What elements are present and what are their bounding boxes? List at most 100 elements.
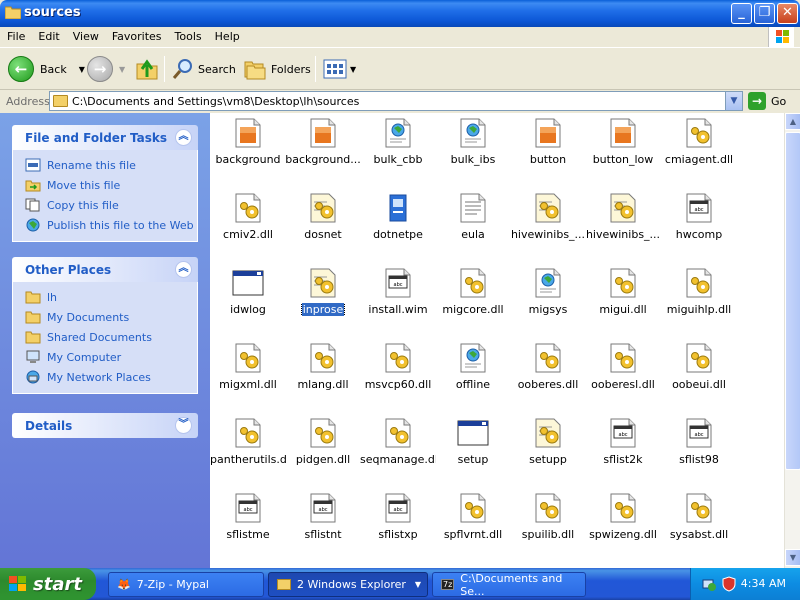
scroll-up-button[interactable]: ▲ — [785, 113, 800, 130]
file-item[interactable]: miguihlp.dll — [661, 263, 737, 335]
folders-button[interactable]: Folders — [243, 55, 311, 83]
other-places-panel: Other Places ︽ lh My Documents Shared Docu… — [12, 257, 198, 394]
place-item-0[interactable]: lh — [25, 287, 197, 307]
system-file-icon: abc — [232, 492, 264, 524]
expand-chevron-icon[interactable]: ︾ — [175, 417, 192, 434]
file-item[interactable]: bulk_ibs — [435, 113, 511, 185]
collapse-chevron-icon[interactable]: ︽ — [175, 261, 192, 278]
search-button[interactable]: Search — [171, 55, 236, 83]
file-name: sflist98 — [679, 453, 719, 466]
system-file-icon: abc — [683, 192, 715, 224]
scroll-down-button[interactable]: ▼ — [785, 549, 800, 566]
place-item-2[interactable]: Shared Documents — [25, 327, 197, 347]
file-item[interactable]: pidgen.dll — [285, 413, 361, 485]
file-item[interactable]: eula — [435, 188, 511, 260]
folder-icon — [53, 95, 68, 107]
file-item[interactable]: button_low — [585, 113, 661, 185]
file-name: hwcomp — [675, 228, 723, 241]
file-item[interactable]: bulk_cbb — [360, 113, 436, 185]
file-item[interactable]: mlang.dll — [285, 338, 361, 410]
other-places-header[interactable]: Other Places ︽ — [12, 257, 198, 282]
views-button[interactable]: ▼ — [323, 55, 356, 83]
forward-dropdown-icon[interactable]: ▼ — [119, 65, 125, 74]
task-item-1[interactable]: Move this file — [25, 175, 197, 195]
file-name: dosnet — [304, 228, 342, 241]
file-item[interactable]: ooberes.dll — [510, 338, 586, 410]
file-item[interactable]: dosnet — [285, 188, 361, 260]
file-item[interactable]: abc sflist2k — [585, 413, 661, 485]
file-item[interactable]: cmiv2.dll — [210, 188, 286, 260]
go-button[interactable]: → Go — [748, 92, 786, 110]
file-item[interactable]: seqmanage.dll — [360, 413, 436, 485]
file-item[interactable]: dotnetpe — [360, 188, 436, 260]
file-item[interactable]: abc install.wim — [360, 263, 436, 335]
file-item[interactable]: migxml.dll — [210, 338, 286, 410]
back-button[interactable]: ← Back ▼ — [8, 55, 85, 83]
file-item[interactable]: hivewinibs_... — [585, 188, 661, 260]
file-item[interactable]: button — [510, 113, 586, 185]
file-name: hivewinibs_... — [585, 228, 661, 241]
taskbar-button-mypal[interactable]: 🦊 7-Zip - Mypal — [108, 572, 264, 597]
file-item[interactable]: oobeui.dll — [661, 338, 737, 410]
file-item[interactable]: setup — [435, 413, 511, 485]
address-input[interactable]: C:\Documents and Settings\vm8\Desktop\lh… — [49, 91, 743, 111]
close-button[interactable]: ✕ — [777, 3, 798, 24]
dll-file-icon — [457, 492, 489, 524]
menu-view[interactable]: View — [66, 27, 105, 43]
place-item-4[interactable]: My Network Places — [25, 367, 197, 387]
details-header[interactable]: Details ︾ — [12, 413, 198, 438]
menu-tools[interactable]: Tools — [168, 27, 208, 43]
file-item[interactable]: hivewinibs_... — [510, 188, 586, 260]
network-tray-icon[interactable] — [701, 576, 717, 592]
forward-button[interactable]: → ▼ — [87, 55, 125, 83]
file-item[interactable]: idwlog — [210, 263, 286, 335]
back-dropdown-icon[interactable]: ▼ — [79, 65, 85, 74]
start-button[interactable]: start — [0, 568, 96, 600]
file-item[interactable]: sysabst.dll — [661, 488, 737, 560]
file-item[interactable]: migsys — [510, 263, 586, 335]
menu-favorites[interactable]: Favorites — [105, 27, 168, 43]
file-item[interactable]: abc sflistme — [210, 488, 286, 560]
taskbar-button-7zip[interactable]: 7z C:\Documents and Se... — [432, 572, 586, 598]
menu-help[interactable]: Help — [208, 27, 246, 43]
file-item[interactable]: setupp — [510, 413, 586, 485]
file-item[interactable]: spflvrnt.dll — [435, 488, 511, 560]
place-item-label: My Computer — [47, 350, 122, 364]
place-item-3[interactable]: My Computer — [25, 347, 197, 367]
file-item[interactable]: spwizeng.dll — [585, 488, 661, 560]
task-item-0[interactable]: Rename this file — [25, 155, 197, 175]
file-item[interactable]: spuilib.dll — [510, 488, 586, 560]
file-item[interactable]: abc sflist98 — [661, 413, 737, 485]
collapse-chevron-icon[interactable]: ︽ — [175, 129, 192, 146]
task-item-3[interactable]: Publish this file to the Web — [25, 215, 197, 235]
maximize-button[interactable]: ❐ — [754, 3, 775, 24]
file-item[interactable]: background — [210, 113, 286, 185]
task-item-2[interactable]: Copy this file — [25, 195, 197, 215]
file-name: setup — [457, 453, 489, 466]
file-item[interactable]: migcore.dll — [435, 263, 511, 335]
menu-edit[interactable]: Edit — [31, 27, 65, 43]
file-folder-tasks-header[interactable]: File and Folder Tasks ︽ — [12, 125, 198, 150]
file-item[interactable]: inprose — [285, 263, 361, 335]
file-item[interactable]: msvcp60.dll — [360, 338, 436, 410]
file-item[interactable]: pantherutils.dll — [210, 413, 286, 485]
file-name: hivewinibs_... — [510, 228, 586, 241]
file-item[interactable]: ooberesl.dll — [585, 338, 661, 410]
file-item[interactable]: abc sflistnt — [285, 488, 361, 560]
file-item[interactable]: abc hwcomp — [661, 188, 737, 260]
minimize-button[interactable]: _ — [731, 3, 752, 24]
security-shield-icon[interactable] — [721, 576, 737, 592]
menu-file[interactable]: File — [0, 27, 31, 43]
file-item[interactable]: abc sflistxp — [360, 488, 436, 560]
scroll-thumb[interactable] — [785, 132, 800, 470]
address-dropdown-button[interactable]: ▼ — [725, 92, 742, 110]
place-item-1[interactable]: My Documents — [25, 307, 197, 327]
file-name: pidgen.dll — [295, 453, 351, 466]
file-item[interactable]: background... — [285, 113, 361, 185]
file-item[interactable]: offline — [435, 338, 511, 410]
vertical-scrollbar[interactable]: ▲ ▼ — [784, 113, 800, 568]
file-item[interactable]: cmiagent.dll — [661, 113, 737, 185]
file-item[interactable]: migui.dll — [585, 263, 661, 335]
taskbar-button-explorer[interactable]: 2 Windows Explorer ▼ — [268, 572, 428, 597]
up-folder-button[interactable] — [135, 55, 159, 83]
